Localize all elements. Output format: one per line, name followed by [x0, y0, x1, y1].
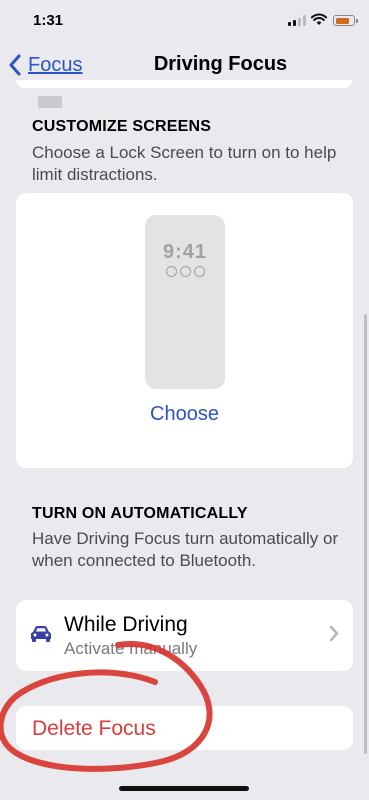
while-driving-row[interactable]: While Driving Activate manually — [16, 600, 353, 671]
car-icon — [31, 626, 51, 642]
status-time: 1:31 — [33, 12, 64, 29]
delete-focus-button: Delete Focus — [32, 717, 156, 740]
wifi-icon — [311, 13, 327, 25]
turn-on-automatically-header: TURN ON AUTOMATICALLY — [32, 505, 248, 522]
delete-focus-row[interactable]: Delete Focus — [16, 706, 353, 750]
turn-on-automatically-description: Have Driving Focus turn automatically or… — [32, 529, 339, 570]
page-title: Driving Focus — [153, 53, 288, 75]
customize-screens-header: CUSTOMIZE SCREENS — [32, 118, 212, 135]
chevron-right-icon — [329, 625, 339, 642]
lock-screen-card: 9:41 Choose — [16, 193, 353, 468]
while-driving-title: While Driving — [64, 613, 188, 636]
previous-card-edge — [16, 80, 352, 88]
placeholder-chip — [38, 96, 62, 108]
lock-screen-preview[interactable]: 9:41 — [145, 215, 225, 389]
choose-button[interactable]: Choose — [16, 403, 353, 426]
scrollbar[interactable] — [364, 314, 367, 754]
lock-screen-widget-dots — [145, 266, 225, 277]
cellular-signal-icon — [288, 15, 306, 26]
home-indicator[interactable] — [119, 786, 249, 791]
while-driving-subtitle: Activate manually — [64, 639, 198, 658]
battery-icon — [333, 15, 358, 26]
status-bar: 1:31 — [0, 0, 369, 44]
customize-screens-description: Choose a Lock Screen to turn on to help … — [32, 143, 337, 184]
lock-screen-time: 9:41 — [162, 241, 208, 263]
